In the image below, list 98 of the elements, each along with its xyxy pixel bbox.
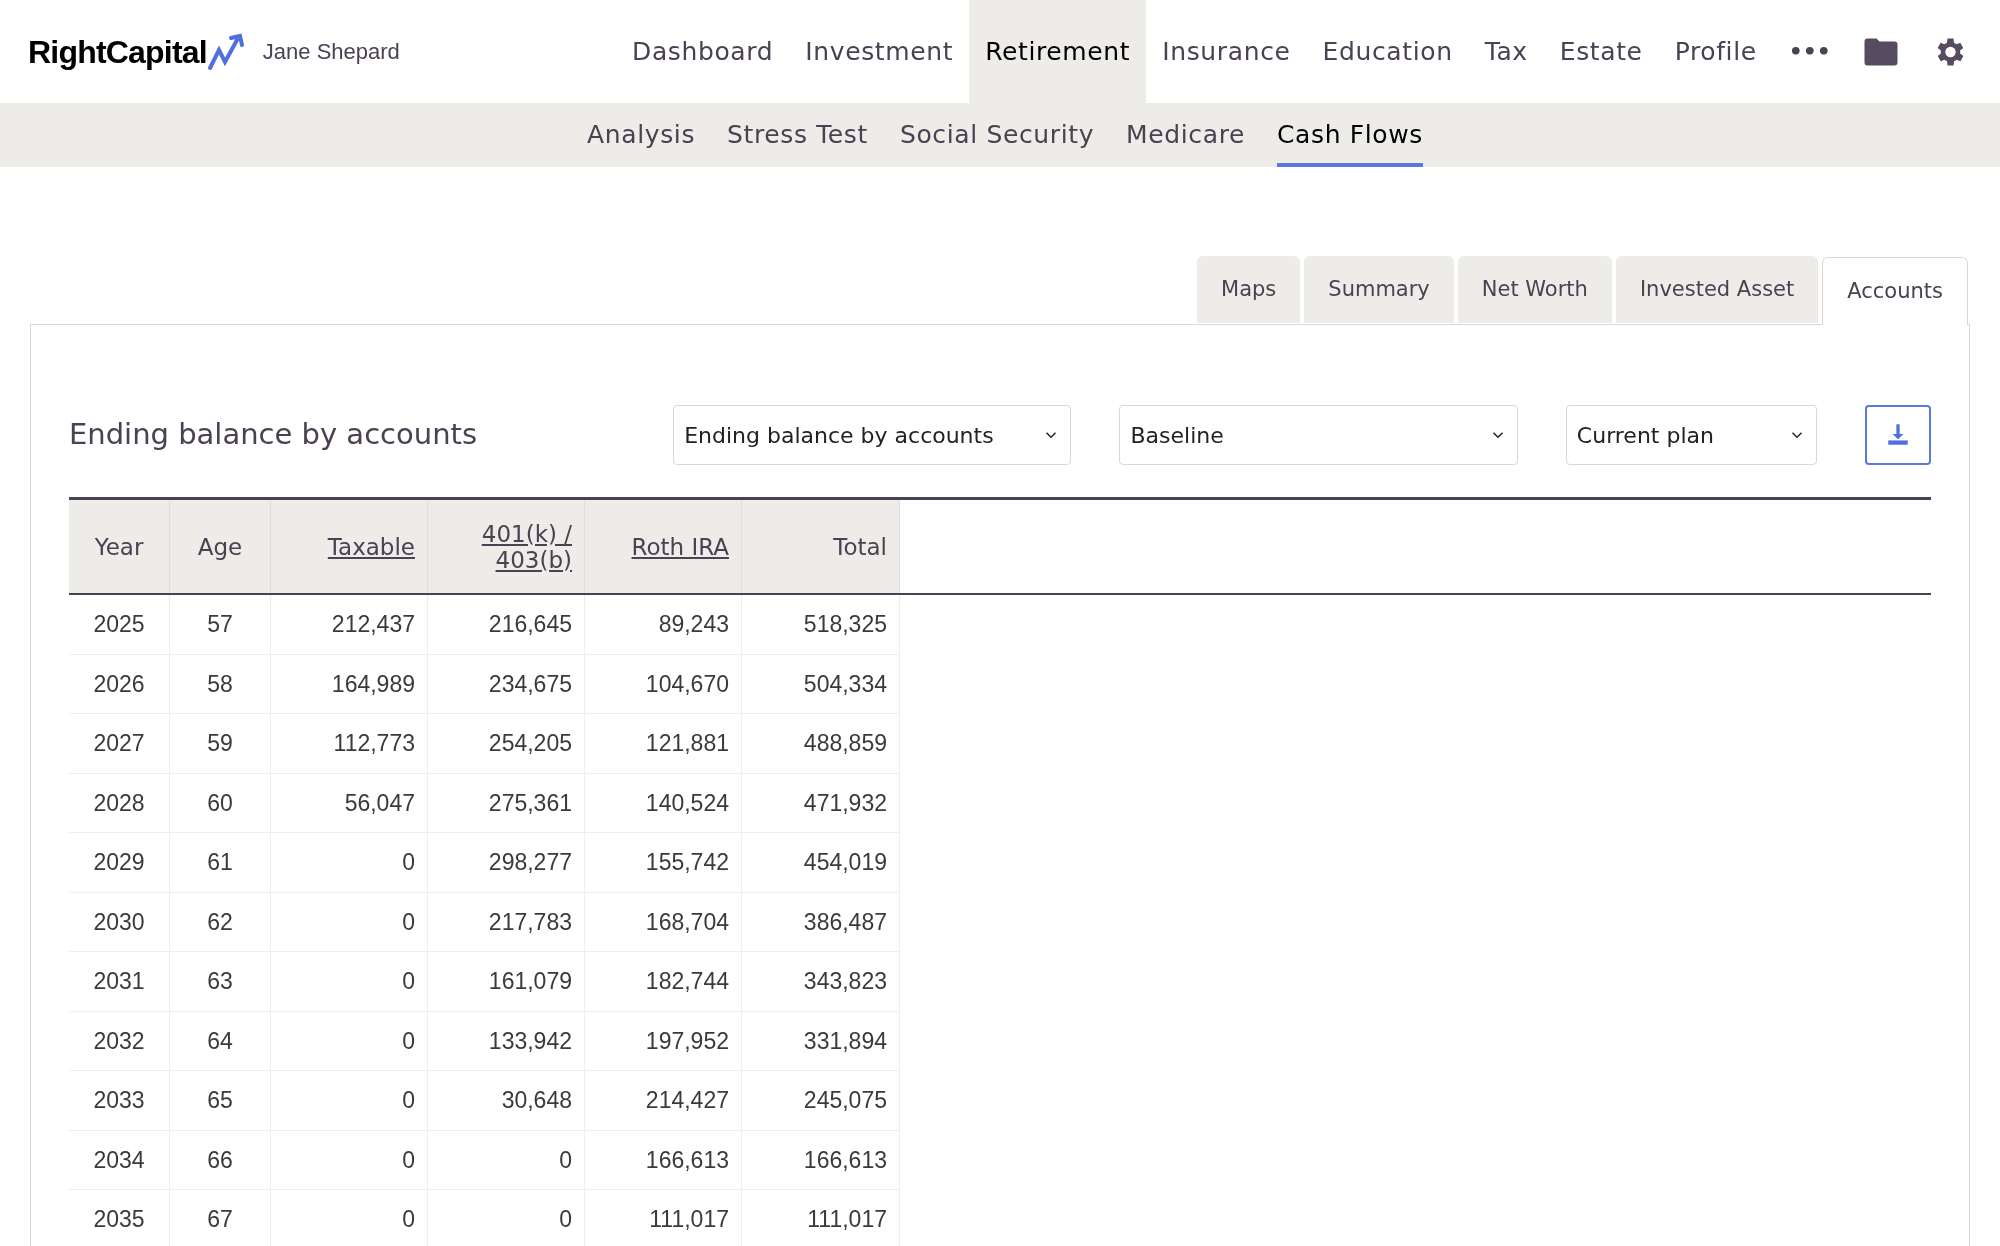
table-cell: 454,019	[742, 833, 900, 893]
table-cell: 2029	[69, 833, 170, 893]
table-cell: 166,613	[742, 1130, 900, 1190]
table-cell: 112,773	[271, 714, 428, 774]
table-cell: 2034	[69, 1130, 170, 1190]
view-tab[interactable]: Net Worth	[1457, 256, 1612, 323]
table-cell: 2027	[69, 714, 170, 774]
table-cell: 63	[170, 952, 271, 1012]
table-cell: 65	[170, 1071, 271, 1131]
nav-tab[interactable]: Dashboard	[616, 0, 790, 103]
subnav-tab[interactable]: Medicare	[1126, 103, 1245, 167]
table-cell: 2035	[69, 1190, 170, 1246]
table-cell: 0	[271, 892, 428, 952]
table-cell: 62	[170, 892, 271, 952]
column-header[interactable]: Roth IRA	[631, 533, 729, 560]
table-cell: 59	[170, 714, 271, 774]
table-cell: 2030	[69, 892, 170, 952]
table-cell: 197,952	[585, 1011, 742, 1071]
table-cell: 2033	[69, 1071, 170, 1131]
select-dropdown[interactable]: Ending balance by accounts	[673, 405, 1072, 465]
table-cell: 212,437	[271, 595, 428, 655]
select-dropdown[interactable]: Current plan	[1565, 405, 1817, 465]
table-cell: 2028	[69, 773, 170, 833]
view-tab[interactable]: Invested Asset	[1615, 256, 1819, 323]
table-cell: 254,205	[428, 714, 585, 774]
table-cell: 488,859	[742, 714, 900, 774]
subnav-tab[interactable]: Analysis	[587, 103, 696, 167]
column-header[interactable]: Taxable	[327, 533, 415, 560]
table-cell: 0	[271, 1130, 428, 1190]
table-cell: 140,524	[585, 773, 742, 833]
table-cell: 111,017	[742, 1190, 900, 1246]
table-cell: 66	[170, 1130, 271, 1190]
table-cell: 56,047	[271, 773, 428, 833]
table-cell: 343,823	[742, 952, 900, 1012]
more-button[interactable]: •••	[1772, 0, 1847, 103]
table-cell: 275,361	[428, 773, 585, 833]
table-cell: 89,243	[585, 595, 742, 655]
table-cell: 111,017	[585, 1190, 742, 1246]
brand-logo[interactable]: RightCapital	[28, 27, 207, 76]
download-button[interactable]	[1864, 405, 1931, 465]
folder-icon[interactable]	[1862, 36, 1899, 67]
nav-tab[interactable]: Retirement	[969, 0, 1147, 103]
subnav-tab[interactable]: Stress Test	[727, 103, 868, 167]
nav-tab[interactable]: Tax	[1468, 0, 1544, 103]
nav-tab[interactable]: Investment	[789, 0, 970, 103]
table-cell: 164,989	[271, 654, 428, 714]
table-cell: 2031	[69, 952, 170, 1012]
table-cell: 2032	[69, 1011, 170, 1071]
nav-tab[interactable]: Profile	[1658, 0, 1773, 103]
column-header: Year	[94, 533, 144, 560]
table-cell: 504,334	[742, 654, 900, 714]
subnav-tab[interactable]: Cash Flows	[1277, 103, 1423, 167]
column-header: Age	[197, 533, 243, 560]
nav-tab[interactable]: Education	[1306, 0, 1469, 103]
table-cell: 166,613	[585, 1130, 742, 1190]
table-cell: 245,075	[742, 1071, 900, 1131]
table-cell: 104,670	[585, 654, 742, 714]
table-cell: 133,942	[428, 1011, 585, 1071]
subnav-tab[interactable]: Social Security	[899, 103, 1095, 167]
table-cell: 214,427	[585, 1071, 742, 1131]
view-tab[interactable]: Maps	[1197, 256, 1301, 323]
nav-tab[interactable]: Estate	[1543, 0, 1659, 103]
table-cell: 0	[428, 1190, 585, 1246]
table-cell: 0	[271, 1071, 428, 1131]
table-cell: 155,742	[585, 833, 742, 893]
table-cell: 61	[170, 833, 271, 893]
table-cell: 2026	[69, 654, 170, 714]
nav-tab[interactable]: Insurance	[1146, 0, 1307, 103]
table-cell: 57	[170, 595, 271, 655]
table-cell: 60	[170, 773, 271, 833]
table-cell: 331,894	[742, 1011, 900, 1071]
table-cell: 0	[428, 1130, 585, 1190]
table-cell: 67	[170, 1190, 271, 1246]
view-tab[interactable]: Accounts	[1822, 257, 1968, 325]
table-cell: 161,079	[428, 952, 585, 1012]
table-cell: 298,277	[428, 833, 585, 893]
client-name: Jane Shepard	[262, 38, 400, 66]
table-cell: 216,645	[428, 595, 585, 655]
table-cell: 0	[271, 833, 428, 893]
table-cell: 0	[271, 1190, 428, 1246]
table-cell: 168,704	[585, 892, 742, 952]
table-cell: 386,487	[742, 892, 900, 952]
table-cell: 0	[271, 1011, 428, 1071]
panel-title: Ending balance by accounts	[69, 416, 478, 454]
table-cell: 182,744	[585, 952, 742, 1012]
table-cell: 30,648	[428, 1071, 585, 1131]
table-cell: 64	[170, 1011, 271, 1071]
view-tab[interactable]: Summary	[1304, 256, 1454, 323]
table-cell: 518,325	[742, 595, 900, 655]
table-cell: 58	[170, 654, 271, 714]
table-cell: 217,783	[428, 892, 585, 952]
table-cell: 471,932	[742, 773, 900, 833]
table-cell: 121,881	[585, 714, 742, 774]
column-header: Total	[833, 533, 887, 560]
table-cell: 0	[271, 952, 428, 1012]
table-cell: 234,675	[428, 654, 585, 714]
table-cell: 2025	[69, 595, 170, 655]
select-dropdown[interactable]: Baseline	[1119, 405, 1518, 465]
